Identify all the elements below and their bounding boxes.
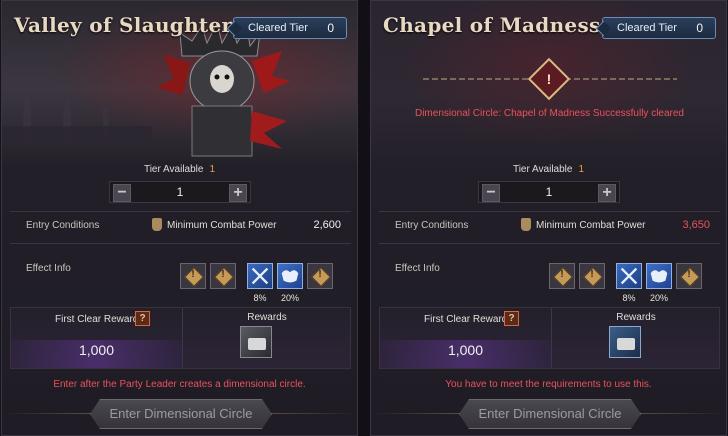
locked-effect-icon[interactable]: !: [180, 263, 206, 289]
combat-power-icon: [152, 218, 162, 231]
cleared-status-message: Dimensional Circle: Chapel of Madness Su…: [414, 108, 684, 119]
tier-available-label: Tier Available: [512, 164, 573, 175]
muscle-effect-percent: 20%: [280, 293, 299, 303]
cleared-tier-label: Cleared Tier: [617, 22, 677, 34]
locked-effect-icon[interactable]: !: [210, 263, 236, 289]
combat-power-icon: [521, 218, 531, 231]
entry-notice: Enter after the Party Leader creates a d…: [53, 379, 306, 390]
chain-decoration: [565, 78, 677, 80]
tier-stepper: − 1 +: [109, 181, 251, 203]
help-icon[interactable]: ?: [504, 311, 519, 326]
rewards-label: Rewards: [616, 312, 656, 323]
combat-power-label: Minimum Combat Power: [167, 220, 277, 231]
effect-info-label: Effect Info: [395, 263, 440, 274]
cleared-tier-label: Cleared Tier: [248, 22, 308, 34]
muscle-effect-icon[interactable]: [277, 263, 303, 289]
divider: [10, 211, 351, 212]
decrease-tier-button[interactable]: −: [482, 184, 500, 202]
locked-effect-icon[interactable]: !: [676, 263, 702, 289]
reward-section: First Clear Reward ? 1,000 Rewards: [379, 307, 720, 369]
first-clear-reward-value: 1,000: [447, 342, 484, 358]
locked-effect-icon[interactable]: !: [579, 263, 605, 289]
decrease-tier-button[interactable]: −: [113, 184, 131, 202]
combat-power-value: 3,650: [682, 219, 710, 231]
sword-effect-icon[interactable]: [247, 263, 273, 289]
tier-stepper-value[interactable]: 1: [503, 185, 595, 199]
cleared-tier-badge: Cleared Tier 0: [602, 17, 716, 39]
sword-effect-percent: 8%: [253, 293, 267, 303]
dead-trees-image: [2, 86, 152, 141]
tier-available-value: 1: [209, 164, 216, 175]
sword-effect-icon[interactable]: [616, 263, 642, 289]
demon-boss-image: [157, 21, 290, 157]
first-clear-reward-label: First Clear Reward: [424, 314, 508, 325]
cleared-tier-value: 0: [327, 21, 334, 35]
divider: [379, 211, 720, 212]
increase-tier-button[interactable]: +: [598, 184, 616, 202]
reward-chest-icon[interactable]: [240, 326, 272, 358]
combat-power-value: 2,600: [313, 219, 341, 231]
dungeon-panel-chapel-of-madness: Chapel of Madness Cleared Tier 0 ! Dimen…: [370, 0, 727, 436]
rewards-label: Rewards: [247, 312, 287, 323]
locked-effect-icon[interactable]: !: [307, 263, 333, 289]
divider: [10, 243, 351, 244]
dungeon-panel-valley-of-slaughter: Valley of Slaughter Cleared Tier 0 Tier …: [1, 0, 358, 436]
seal-emblem-mark: !: [546, 71, 552, 87]
reward-section: First Clear Reward ? 1,000 Rewards: [10, 307, 351, 369]
muscle-effect-icon[interactable]: [646, 263, 672, 289]
cleared-tier-badge: Cleared Tier 0: [233, 17, 347, 39]
enter-dimensional-circle-button[interactable]: Enter Dimensional Circle: [459, 399, 641, 429]
first-clear-reward-label: First Clear Reward: [55, 314, 139, 325]
chain-decoration: [423, 78, 535, 80]
tier-available-value: 1: [578, 164, 585, 175]
first-clear-reward-value: 1,000: [78, 342, 115, 358]
dungeon-title: Chapel of Madness: [383, 13, 601, 37]
tier-available: Tier Available 1: [371, 164, 726, 175]
dungeon-title: Valley of Slaughter: [14, 13, 233, 37]
panel-divider: [358, 0, 370, 436]
tier-available-label: Tier Available: [143, 164, 204, 175]
muscle-effect-percent: 20%: [649, 293, 668, 303]
sword-effect-percent: 8%: [622, 293, 636, 303]
tier-stepper: − 1 +: [478, 181, 620, 203]
combat-power-label: Minimum Combat Power: [536, 220, 646, 231]
effect-info-label: Effect Info: [26, 263, 71, 274]
increase-tier-button[interactable]: +: [229, 184, 247, 202]
requirement-notice: You have to meet the requirements to use…: [445, 379, 652, 390]
entry-conditions-label: Entry Conditions: [26, 220, 100, 231]
reward-chest-icon[interactable]: [609, 326, 641, 358]
entry-conditions-label: Entry Conditions: [395, 220, 469, 231]
tier-stepper-value[interactable]: 1: [134, 185, 226, 199]
tier-available: Tier Available 1: [2, 164, 357, 175]
enter-dimensional-circle-button[interactable]: Enter Dimensional Circle: [90, 399, 272, 429]
divider: [379, 243, 720, 244]
locked-effect-icon[interactable]: !: [549, 263, 575, 289]
cleared-tier-value: 0: [696, 21, 703, 35]
help-icon[interactable]: ?: [135, 311, 150, 326]
